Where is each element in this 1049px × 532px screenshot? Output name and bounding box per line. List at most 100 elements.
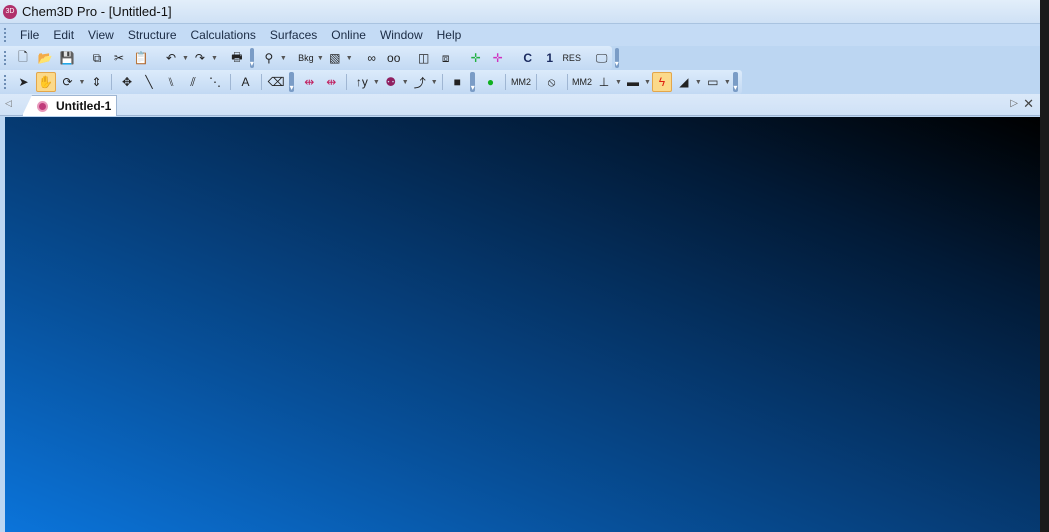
- move-v-icon[interactable]: ✛: [488, 48, 508, 68]
- axis-y-icon[interactable]: ↑y: [352, 72, 372, 92]
- select-arrow-icon[interactable]: ➤: [14, 72, 34, 92]
- dashed-bond-icon[interactable]: ⋱: [205, 72, 225, 92]
- open-folder-icon[interactable]: 📂: [35, 48, 55, 68]
- zoom-translate-icon[interactable]: ⇕: [86, 72, 106, 92]
- save-icon[interactable]: 💾: [57, 48, 77, 68]
- carbon-label-icon[interactable]: C: [518, 48, 538, 68]
- single-bond-icon[interactable]: ╲: [139, 72, 159, 92]
- move-m-icon[interactable]: ✛: [466, 48, 486, 68]
- dropdown-arrow-icon[interactable]: ▼: [402, 79, 409, 86]
- menu-edit[interactable]: Edit: [46, 28, 81, 42]
- dropdown-arrow-icon[interactable]: ▼: [280, 55, 287, 62]
- menu-surfaces[interactable]: Surfaces: [263, 28, 324, 42]
- standard-toolbar: 🗋 📂 💾 ⧉ ✂ 📋 ↶ ▼ ↷ ▼ 🖶 ▾ ⚲ ▼ Bkg ▼ ▧ ▼ ∞ oo ◫ ⧈ ✛ ✛ C 1 RES 🖵 ▾: [0, 46, 619, 70]
- dropdown-arrow-icon[interactable]: ▼: [182, 55, 189, 62]
- grip-handle[interactable]: [4, 75, 7, 89]
- redo-icon[interactable]: ↷: [190, 48, 210, 68]
- toolbar-separator: [566, 74, 568, 90]
- grip-handle[interactable]: [4, 51, 6, 65]
- bond-tool-icon[interactable]: ⚲: [259, 48, 279, 68]
- serial-number-icon[interactable]: 1: [540, 48, 560, 68]
- menu-structure[interactable]: Structure: [121, 28, 184, 42]
- grip-handle[interactable]: [4, 28, 7, 42]
- new-file-icon[interactable]: 🗋: [13, 48, 33, 68]
- window-title: Chem3D Pro - [Untitled-1]: [22, 4, 172, 19]
- energy-icon[interactable]: ϟ: [651, 72, 672, 92]
- background-color-icon[interactable]: Bkg: [296, 48, 316, 68]
- dropdown-arrow-icon[interactable]: ▼: [695, 79, 702, 86]
- no-sign-icon[interactable]: ⦸: [542, 72, 562, 92]
- triple-bond-icon[interactable]: ⫽: [183, 72, 203, 92]
- print-icon[interactable]: 🖶: [227, 48, 247, 68]
- ruler-icon[interactable]: ⊥: [594, 72, 614, 92]
- dropdown-arrow-icon[interactable]: ▼: [615, 79, 622, 86]
- glasses-icon[interactable]: oo: [384, 48, 404, 68]
- undo-icon[interactable]: ↶: [161, 48, 181, 68]
- close-document-icon[interactable]: ✕: [1023, 96, 1034, 112]
- mm2-dynamics-icon[interactable]: MM2: [572, 72, 592, 92]
- cut-icon[interactable]: ✂: [109, 48, 129, 68]
- cubes-icon[interactable]: ⧈: [436, 48, 456, 68]
- menu-bar: File Edit View Structure Calculations Surface…: [0, 24, 1049, 46]
- display-icon[interactable]: 🖵: [592, 48, 612, 68]
- title-bar: 3D Chem3D Pro - [Untitled-1]: [0, 0, 1049, 24]
- dropdown-arrow-icon[interactable]: ▼: [644, 79, 651, 86]
- window-edge: [1040, 0, 1049, 532]
- measure-alt-icon[interactable]: ⇹: [321, 72, 341, 92]
- dropdown-arrow-icon[interactable]: ▼: [373, 79, 380, 86]
- toolbar-separator: [260, 74, 262, 90]
- mm2-minimize-icon[interactable]: MM2: [511, 72, 531, 92]
- fragment-icon[interactable]: ⤴: [410, 72, 430, 92]
- document-icon: [37, 100, 48, 112]
- menu-online[interactable]: Online: [324, 28, 373, 42]
- bar-icon[interactable]: ▭: [703, 72, 723, 92]
- stereo-view-icon[interactable]: ∞: [362, 48, 382, 68]
- menu-help[interactable]: Help: [430, 28, 469, 42]
- document-tab-strip: ◁ Untitled-1 ▷ ✕: [0, 94, 1040, 116]
- toolbar-separator: [230, 74, 231, 90]
- residue-label-icon[interactable]: RES: [562, 48, 582, 68]
- eraser-icon[interactable]: ⌫: [266, 72, 286, 92]
- measure-icon[interactable]: ⇹: [299, 72, 319, 92]
- rotate-icon[interactable]: ⟳: [58, 72, 78, 92]
- toolbar-overflow-button[interactable]: ▾: [614, 48, 619, 68]
- toolbar-separator: [505, 74, 506, 90]
- dropdown-arrow-icon[interactable]: ▼: [79, 79, 86, 86]
- menu-calculations[interactable]: Calculations: [184, 28, 263, 42]
- dropdown-arrow-icon[interactable]: ▼: [346, 55, 353, 62]
- text-tool-icon[interactable]: A: [236, 72, 256, 92]
- copy-icon[interactable]: ⧉: [87, 48, 107, 68]
- dropdown-arrow-icon[interactable]: ▼: [724, 79, 731, 86]
- paste-icon[interactable]: 📋: [131, 48, 151, 68]
- chem3d-app-icon[interactable]: 3D: [3, 4, 17, 19]
- toolbar-overflow-button[interactable]: ▾: [470, 72, 476, 92]
- tab-scroll-left-icon[interactable]: ◁: [5, 98, 12, 109]
- atom-color-icon[interactable]: ⚉: [381, 72, 401, 92]
- tab-untitled-1[interactable]: Untitled-1: [22, 95, 117, 116]
- toolbar-overflow-button[interactable]: ▾: [732, 72, 739, 92]
- gradient-icon[interactable]: ▧: [325, 48, 345, 68]
- double-bond-icon[interactable]: ⑊: [161, 72, 181, 92]
- run-green-icon[interactable]: ●: [480, 72, 500, 92]
- tab-scroll-right-icon[interactable]: ▷: [1010, 98, 1018, 109]
- toolbar-overflow-button[interactable]: ▾: [289, 72, 295, 92]
- dropdown-arrow-icon[interactable]: ▼: [317, 55, 324, 62]
- menu-file[interactable]: File: [13, 28, 46, 42]
- stop-icon[interactable]: ■: [447, 72, 467, 92]
- box-icon[interactable]: ◫: [414, 48, 434, 68]
- model-canvas[interactable]: [5, 117, 1040, 532]
- hand-pan-icon[interactable]: ✋: [35, 72, 56, 92]
- toolbar-separator: [346, 74, 347, 90]
- menu-window[interactable]: Window: [373, 28, 430, 42]
- toolbar-overflow-button[interactable]: ▾: [249, 48, 254, 68]
- menu-view[interactable]: View: [81, 28, 121, 42]
- tab-label: Untitled-1: [56, 99, 112, 113]
- move-atoms-icon[interactable]: ✥: [117, 72, 137, 92]
- dropdown-arrow-icon[interactable]: ▼: [211, 55, 218, 62]
- ruler-double-icon[interactable]: ▬: [623, 72, 643, 92]
- toolbar-separator: [111, 74, 112, 90]
- dropdown-arrow-icon[interactable]: ▼: [431, 79, 438, 86]
- building-toolbar: ➤ ✋ ⟳ ▼ ⇕ ✥ ╲ ⑊ ⫽ ⋱ A ⌫ ▾ ⇹ ⇹ ↑y ▼ ⚉ ▼ ⤴ ▼ ■ ▾ ● MM2 ⦸ MM2 ⊥ ▼ ▬ ▼ ϟ ◢ ▼ ▭…: [0, 70, 742, 94]
- toolbar-separator: [535, 74, 537, 90]
- ramp-icon[interactable]: ◢: [674, 72, 694, 92]
